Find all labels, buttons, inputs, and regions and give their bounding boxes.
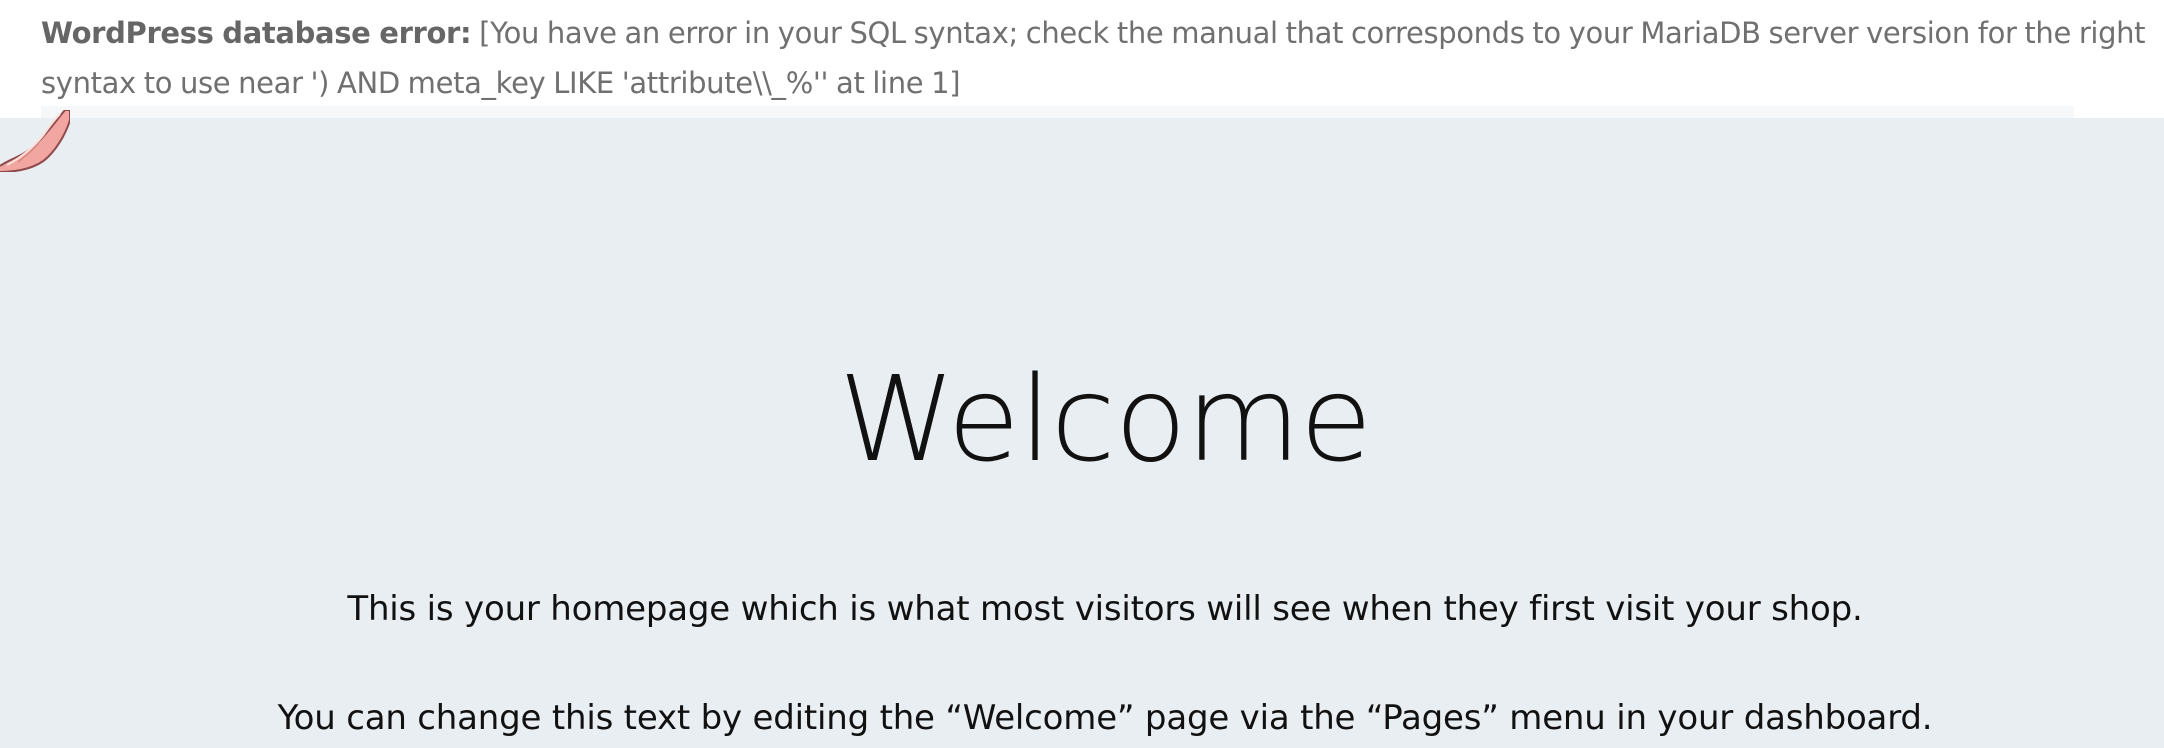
database-error-banner: WordPress database error: [You have an e…	[0, 0, 2164, 118]
page-title: Welcome	[838, 350, 1373, 489]
database-error-label: WordPress database error:	[41, 16, 472, 50]
homepage-edit-instructions: You can change this text by editing the …	[277, 698, 1933, 738]
homepage-intro-text: This is your homepage which is what most…	[347, 589, 1863, 629]
error-divider	[41, 106, 2074, 118]
database-error-text: WordPress database error: [You have an e…	[41, 8, 2151, 108]
